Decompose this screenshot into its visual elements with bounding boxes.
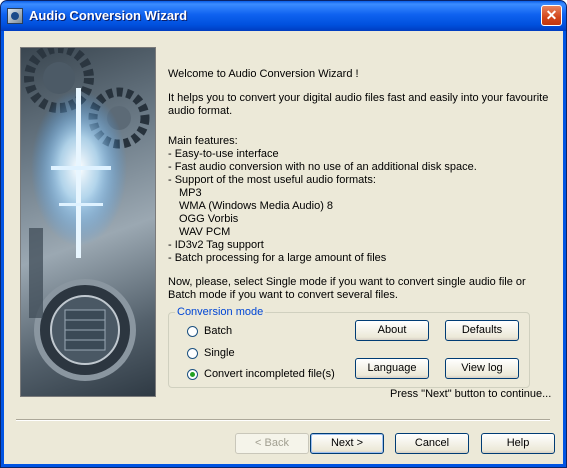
feature-item: - ID3v2 Tag support — [168, 239, 264, 251]
back-button[interactable]: < Back — [235, 433, 309, 454]
app-icon — [7, 8, 23, 24]
format-item: WAV PCM — [179, 226, 231, 238]
feature-item: - Easy-to-use interface — [168, 148, 279, 160]
side-image-art — [24, 48, 150, 381]
feature-item: - Fast audio conversion with no use of a… — [168, 161, 477, 173]
conversion-mode-legend: Conversion mode — [175, 306, 266, 318]
continue-hint: Press "Next" button to continue... — [390, 388, 552, 400]
close-button[interactable]: ✕ — [541, 5, 562, 26]
wizard-side-image — [20, 47, 156, 397]
welcome-text: Welcome to Audio Conversion Wizard ! — [168, 68, 359, 80]
separator — [16, 419, 550, 421]
prompt-line-2: Batch mode if you want to convert severa… — [168, 289, 398, 301]
cancel-button[interactable]: Cancel — [395, 433, 469, 454]
help-button[interactable]: Help — [481, 433, 555, 454]
batch-radio-label: Batch — [204, 325, 233, 337]
next-button[interactable]: Next > — [310, 433, 384, 454]
window-title: Audio Conversion Wizard — [29, 8, 188, 23]
feature-item: - Support of the most useful audio forma… — [168, 174, 376, 186]
radio-icon — [187, 347, 198, 359]
single-radio-label: Single — [204, 347, 235, 359]
format-item: WMA (Windows Media Audio) 8 — [179, 200, 334, 212]
radio-icon — [187, 325, 198, 337]
convert-incompleted-radio[interactable]: Convert incompleted file(s) — [187, 368, 335, 380]
single-radio[interactable]: Single — [187, 347, 235, 359]
defaults-button[interactable]: Defaults — [445, 320, 519, 341]
close-icon: ✕ — [545, 7, 558, 23]
description-line-1: It helps you to convert your digital aud… — [168, 92, 549, 104]
prompt-line-1: Now, please, select Single mode if you w… — [168, 276, 526, 288]
batch-radio[interactable]: Batch — [187, 325, 232, 337]
language-button[interactable]: Language — [355, 358, 429, 379]
wizard-window: Audio Conversion Wizard ✕ Welcome to Aud… — [0, 0, 567, 468]
features-heading: Main features: — [168, 135, 238, 147]
feature-item: - Batch processing for a large amount of… — [168, 252, 387, 264]
wizard-body: Welcome to Audio Conversion Wizard ! It … — [4, 31, 563, 464]
conversion-mode-group: Conversion mode Batch Single Convert inc… — [168, 306, 530, 388]
title-bar[interactable]: Audio Conversion Wizard ✕ — [1, 1, 566, 31]
convert-incompleted-radio-label: Convert incompleted file(s) — [204, 368, 335, 380]
format-item: MP3 — [179, 187, 202, 199]
format-item: OGG Vorbis — [179, 213, 239, 225]
radio-selected-icon — [187, 368, 198, 380]
about-button[interactable]: About — [355, 320, 429, 341]
description-line-2: audio format. — [168, 105, 233, 117]
view-log-button[interactable]: View log — [445, 358, 519, 379]
